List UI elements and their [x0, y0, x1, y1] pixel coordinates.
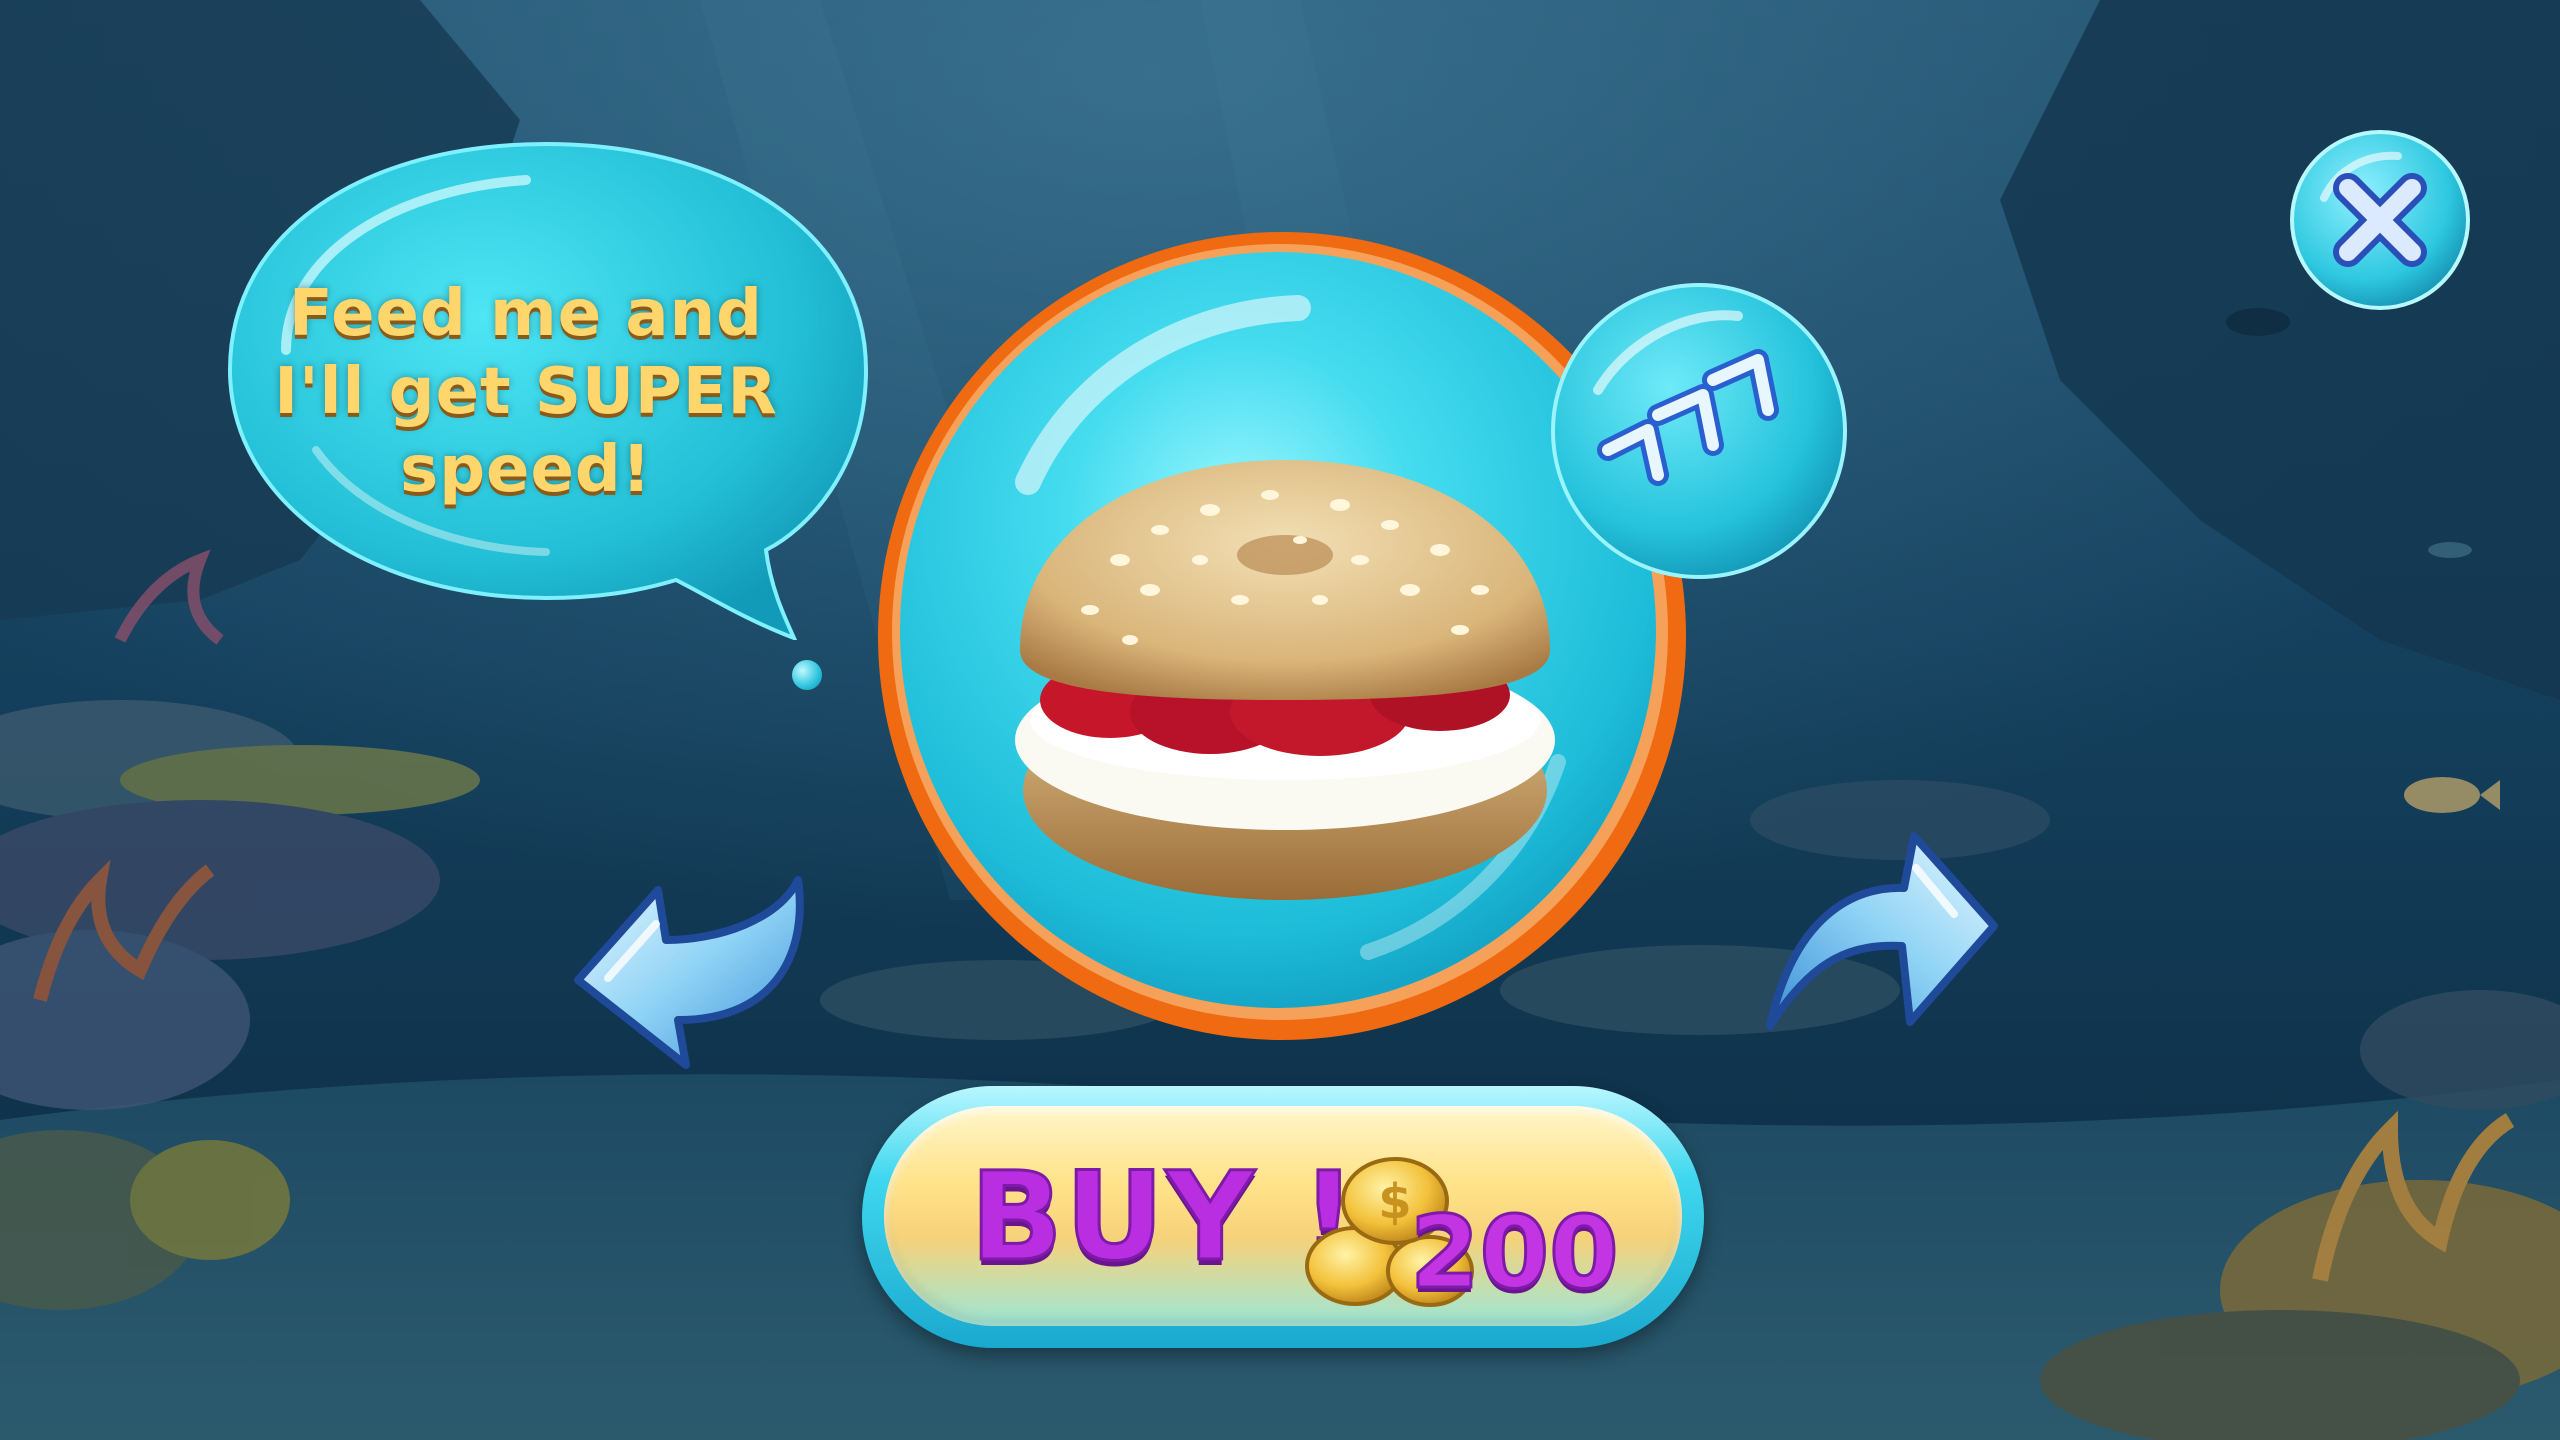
close-button[interactable] — [2288, 128, 2472, 312]
speech-bubble: Feed me and I'll get SUPER speed! — [226, 140, 868, 640]
forward-arrow-icon — [1766, 832, 1998, 1030]
speech-tail-dot — [792, 660, 822, 690]
price-value: 200 — [1409, 1194, 1621, 1311]
speed-up-chevrons-icon — [1548, 280, 1850, 582]
close-icon — [2290, 130, 2470, 310]
previous-item-button[interactable] — [568, 870, 818, 1070]
speech-text: Feed me and I'll get SUPER speed! — [274, 277, 778, 507]
svg-text:$: $ — [1378, 1174, 1411, 1230]
strawberry-cream-bagel-image — [1000, 450, 1560, 920]
buy-button[interactable]: BUY ! $ 200 — [862, 1086, 1704, 1348]
next-item-button[interactable] — [1754, 826, 2004, 1036]
back-arrow-icon — [574, 876, 804, 1069]
